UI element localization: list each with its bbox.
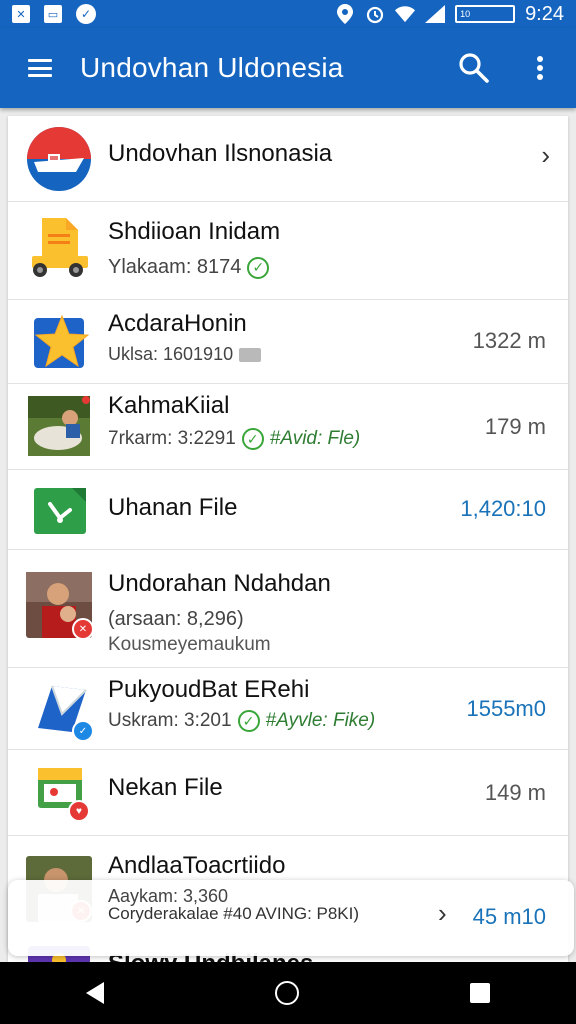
app-circle-icon: ✓ — [76, 4, 96, 24]
item-size: 1322 m — [472, 328, 546, 353]
item-size: 1,420:10 — [460, 496, 546, 521]
item-name: AndlaaToacrtiido — [108, 852, 286, 879]
item-subtitle-row: Uskram: 3:201 ✓ #Ayvle: Fike) — [108, 710, 375, 732]
truck-file-icon — [26, 216, 92, 282]
item-subtitle-row: Uklsa: 1601910 — [108, 344, 262, 365]
search-icon — [459, 53, 489, 83]
item-name: Uhanan File — [108, 494, 238, 521]
search-button[interactable] — [456, 50, 492, 86]
error-badge-icon: ✕ — [72, 618, 94, 640]
popup-subtitle-2: Coryderakalae #40 AVING: P8KI) — [108, 904, 360, 923]
item-name: Undorahan Ndahdan — [108, 570, 331, 597]
item-subtitle-2: Kousmeyemaukum — [108, 634, 271, 655]
signal-icon — [425, 4, 446, 24]
error-badge-icon: ♥ — [68, 800, 90, 822]
battery-text: 10 — [460, 9, 471, 19]
more-vert-icon[interactable] — [530, 52, 550, 84]
app-bar: Undovhan Uldonesia — [0, 28, 576, 108]
item-name: Shdiioan Inidam — [108, 218, 281, 245]
status-time: 9:24 — [525, 2, 564, 25]
slides-file-icon: ♥ — [36, 766, 92, 822]
photo-thumbnail — [28, 396, 90, 456]
x-box-icon: ✕ — [12, 5, 30, 23]
star-file-icon — [26, 310, 92, 376]
item-name: KahmaKiial — [108, 392, 230, 419]
sheets-file-icon — [32, 482, 88, 538]
back-icon[interactable] — [85, 982, 104, 1004]
flag-logo-icon — [26, 126, 92, 192]
wifi-icon — [395, 4, 416, 24]
list-header-title: Undovhan Ilsnonasia — [108, 140, 333, 167]
item-status: #Avid: Fle) — [269, 428, 361, 449]
list-header-row[interactable]: Undovhan Ilsnonasia › — [8, 116, 568, 202]
item-name: PukyoudBat ERehi — [108, 676, 310, 703]
item-subtitle: Ylakaam: 8174 — [108, 256, 242, 278]
app-title: Undovhan Uldonesia — [80, 52, 344, 83]
check-icon: ✓ — [237, 710, 260, 732]
item-size: 179 m — [484, 414, 546, 439]
item-subtitle: Uskram: 3:201 — [108, 710, 232, 731]
list-item[interactable]: KahmaKiial 7rkarm: 3:2291 ✓ #Avid: Fle) … — [8, 384, 568, 470]
check-icon: ✓ — [247, 256, 270, 279]
item-subtitle: Uklsa: 1601910 — [108, 344, 234, 364]
item-size: 1555m0 — [466, 696, 546, 721]
home-icon[interactable] — [274, 981, 299, 1005]
chevron-right-icon[interactable]: › — [541, 140, 550, 171]
sync-badge-icon: ✓ — [72, 720, 94, 742]
status-bar: ✕ ▭ ✓ 10 9:24 — [0, 0, 576, 28]
save-icon: ▭ — [44, 5, 62, 23]
list-item[interactable]: Shdiioan Inidam Ylakaam: 8174 ✓ — [8, 202, 568, 300]
tag-chip-icon — [239, 347, 262, 362]
alarm-icon — [365, 4, 385, 24]
item-subtitle: (arsaan: 8,296) — [108, 608, 244, 630]
item-detail-popup[interactable]: Aaykam: 3,360 Coryderakalae #40 AVING: P… — [8, 880, 574, 956]
list-item[interactable]: AcdaraHonin Uklsa: 1601910 1322 m — [8, 300, 568, 384]
item-name: Nekan File — [108, 774, 223, 801]
nav-bar — [0, 962, 576, 1024]
item-status: #Ayvle: Fike) — [265, 710, 376, 731]
list-item[interactable]: ✕ Undorahan Ndahdan (arsaan: 8,296) Kous… — [8, 550, 568, 668]
file-list: Undovhan Ilsnonasia › Shdiioan Inidam Yl… — [8, 116, 568, 962]
list-item[interactable]: ✓ PukyoudBat ERehi Uskram: 3:201 ✓ #Ayvl… — [8, 668, 568, 750]
list-item[interactable]: Uhanan File 1,420:10 — [8, 470, 568, 550]
battery-icon: 10 — [455, 5, 516, 23]
photo-thumbnail: ✕ — [26, 572, 94, 640]
mail-file-icon: ✓ — [32, 680, 94, 742]
menu-icon — [28, 59, 52, 77]
check-icon: ✓ — [241, 428, 264, 450]
item-subtitle-row: 7rkarm: 3:2291 ✓ #Avid: Fle) — [108, 428, 360, 450]
item-subtitle-row: Ylakaam: 8174 ✓ — [108, 256, 270, 279]
item-size: 149 m — [484, 780, 546, 805]
list-item[interactable]: ♥ Nekan File 149 m — [8, 750, 568, 836]
location-icon — [335, 4, 355, 24]
item-subtitle: 7rkarm: 3:2291 — [108, 428, 236, 449]
item-size: 45 m10 — [472, 904, 546, 929]
chevron-right-icon[interactable]: › — [438, 898, 447, 929]
menu-button[interactable] — [0, 59, 80, 77]
item-name: AcdaraHonin — [108, 310, 247, 337]
recents-icon[interactable] — [470, 983, 491, 1003]
